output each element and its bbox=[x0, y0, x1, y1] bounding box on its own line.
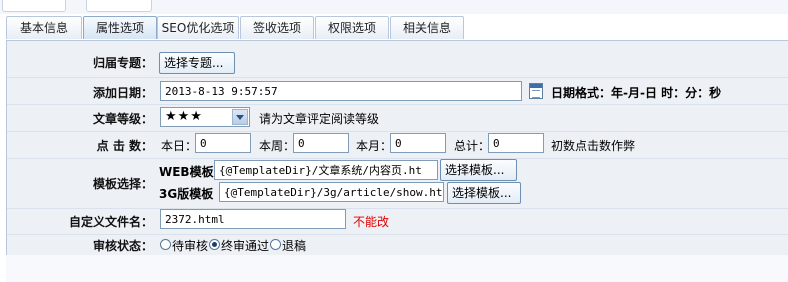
topic-label: 归届专题： bbox=[92, 56, 153, 70]
tab-attribute-options[interactable]: 属性选项 bbox=[83, 16, 157, 39]
review-pending-label[interactable]: 待审核 bbox=[172, 237, 208, 254]
3g-template-label: 3G版模板 bbox=[159, 187, 214, 201]
chevron-down-icon[interactable] bbox=[232, 109, 248, 125]
review-row: 审核状态： 待审核 终审通过 退稿 bbox=[7, 234, 788, 255]
clicks-week-input[interactable]: 0 bbox=[293, 133, 349, 153]
clicks-total-input[interactable]: 0 bbox=[488, 133, 544, 153]
topic-row: 归届专题： 选择专题... bbox=[7, 41, 788, 78]
3g-template-select-button[interactable]: 选择模板... bbox=[447, 182, 521, 204]
add-date-label: 添加日期： bbox=[92, 86, 153, 100]
filename-row: 自定义文件名： 2372.html 不能改 bbox=[7, 208, 788, 235]
web-template-select-button[interactable]: 选择模板... bbox=[440, 159, 517, 181]
add-date-input[interactable]: 2013-8-13 9:57:57 bbox=[160, 81, 522, 101]
tab-seo-options[interactable]: SEO优化选项 bbox=[157, 16, 239, 39]
template-row: 模板选择： WEB模板 {@TemplateDir}/文章系统/内容页.ht 选… bbox=[7, 158, 788, 209]
footer-area bbox=[6, 255, 788, 282]
rating-hint: 请为文章评定阅读等级 bbox=[259, 112, 380, 126]
clicks-day-input[interactable]: 0 bbox=[195, 133, 251, 153]
clicks-week-label: 本周： bbox=[259, 139, 296, 153]
rating-stars: ★★★ bbox=[165, 109, 203, 124]
web-template-label: WEB模板 bbox=[159, 165, 214, 179]
add-date-row: 添加日期： 2013-8-13 9:57:57 日期格式：年-月-日 时：分：秒 bbox=[7, 77, 788, 105]
clicks-month-label: 本月： bbox=[356, 139, 393, 153]
review-approved-label[interactable]: 终审通过 bbox=[221, 237, 269, 254]
clicks-note: 初数点击数作弊 bbox=[551, 139, 636, 153]
filename-label: 自定义文件名： bbox=[68, 215, 153, 229]
clicks-row: 点 击 数： 本日： 0 本周： 0 本月： 0 总计： 0 初数点击数作弊 bbox=[7, 131, 788, 159]
tab-basic-info[interactable]: 基本信息 bbox=[6, 16, 82, 39]
rating-label: 文章等级： bbox=[92, 112, 153, 126]
select-topic-button[interactable]: 选择专题... bbox=[159, 52, 235, 74]
clicks-total-label: 总计： bbox=[454, 139, 491, 153]
filename-input[interactable]: 2372.html bbox=[160, 209, 346, 229]
date-format-hint: 日期格式：年-月-日 时：分：秒 bbox=[551, 86, 722, 100]
tab-sign-options[interactable]: 签收选项 bbox=[240, 16, 314, 39]
attribute-form-panel: 归届专题： 选择专题... 添加日期： 2013-8-13 9:57:57 日期… bbox=[6, 40, 788, 256]
web-template-input[interactable]: {@TemplateDir}/文章系统/内容页.ht bbox=[214, 160, 438, 180]
review-pending-radio[interactable] bbox=[160, 239, 171, 250]
rating-row: 文章等级： ★★★ 请为文章评定阅读等级 bbox=[7, 104, 788, 132]
review-label: 审核状态： bbox=[92, 239, 153, 253]
tab-permission-options[interactable]: 权限选项 bbox=[315, 16, 389, 39]
clicks-month-input[interactable]: 0 bbox=[390, 133, 446, 153]
clicks-label: 点 击 数： bbox=[96, 139, 153, 153]
toolbar-button[interactable] bbox=[86, 0, 152, 12]
3g-template-input[interactable]: {@TemplateDir}/3g/article/show.ht bbox=[219, 182, 444, 202]
review-rejected-radio[interactable] bbox=[270, 239, 281, 250]
top-toolbar-strip bbox=[0, 0, 788, 14]
filename-note: 不能改 bbox=[353, 215, 390, 229]
toolbar-button[interactable] bbox=[2, 0, 66, 12]
tab-related-info[interactable]: 相关信息 bbox=[390, 16, 464, 39]
review-rejected-label[interactable]: 退稿 bbox=[282, 237, 306, 254]
calendar-icon[interactable] bbox=[529, 83, 543, 99]
rating-select[interactable]: ★★★ bbox=[160, 107, 250, 127]
clicks-day-label: 本日： bbox=[161, 139, 198, 153]
template-label: 模板选择： bbox=[92, 177, 153, 191]
review-approved-radio[interactable] bbox=[209, 239, 220, 250]
